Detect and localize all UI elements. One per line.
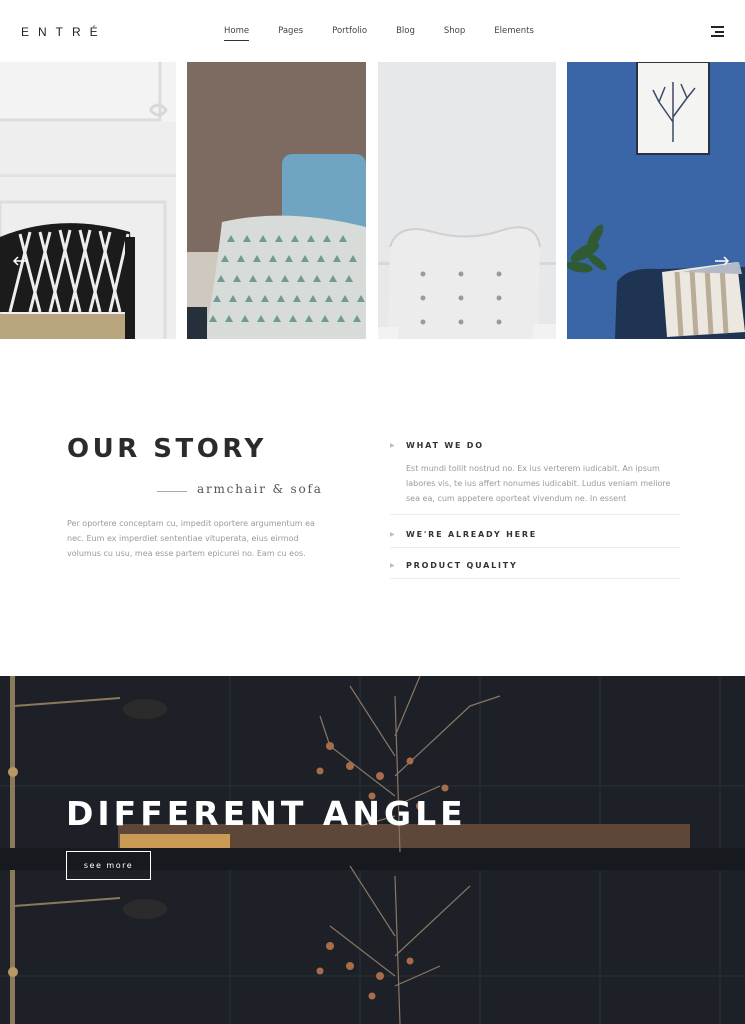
hamburger-menu-icon[interactable]: [711, 26, 724, 37]
story-title: OUR STORY: [67, 434, 267, 464]
site-header: ENTRÉ Home Pages Portfolio Blog Shop Ele…: [0, 0, 745, 62]
chevron-right-icon: ▶: [390, 531, 395, 538]
nav-blog[interactable]: Blog: [396, 26, 415, 40]
chevron-right-icon: ▶: [390, 562, 395, 569]
feature-banner: [0, 676, 745, 1024]
accordion-item-already-here: ▶ WE'RE ALREADY HERE: [390, 521, 680, 548]
banner-title: DIFFERENT ANGLE: [66, 794, 467, 833]
accordion-body: Est mundi tollit nostrud no. Ex ius vert…: [406, 464, 671, 503]
see-more-button[interactable]: see more: [66, 851, 151, 880]
slide-image-chair-white-wall: [0, 62, 176, 339]
nav-portfolio[interactable]: Portfolio: [332, 26, 367, 40]
site-logo[interactable]: ENTRÉ: [21, 25, 107, 39]
arrow-left-icon[interactable]: [12, 254, 28, 266]
accordion: ▶ WHAT WE DO Est mundi tollit nostrud no…: [390, 432, 680, 579]
nav-pages[interactable]: Pages: [278, 26, 303, 40]
accordion-header[interactable]: ▶ PRODUCT QUALITY: [390, 552, 680, 578]
accordion-label: WHAT WE DO: [406, 440, 484, 450]
image-slider: [0, 62, 745, 339]
accordion-label: PRODUCT QUALITY: [406, 560, 518, 570]
slide-image-white-armchair: [378, 62, 556, 339]
subtitle-divider: [157, 491, 187, 492]
arrow-right-icon[interactable]: [714, 254, 730, 266]
nav-shop[interactable]: Shop: [444, 26, 465, 40]
story-subtitle: armchair & sofa: [197, 482, 323, 496]
nav-elements[interactable]: Elements: [494, 26, 534, 40]
accordion-header[interactable]: ▶ WE'RE ALREADY HERE: [390, 521, 680, 547]
slide-image-blue-wall-sofa: [567, 62, 745, 339]
accordion-header[interactable]: ▶ WHAT WE DO: [390, 432, 680, 458]
accordion-label: WE'RE ALREADY HERE: [406, 529, 538, 539]
accordion-item-product-quality: ▶ PRODUCT QUALITY: [390, 552, 680, 579]
banner-background-image: [0, 676, 745, 1024]
nav-home[interactable]: Home: [224, 26, 250, 41]
chevron-right-icon: ▶: [390, 442, 395, 449]
slide-image-pillows: [187, 62, 366, 339]
main-nav: Home Pages Portfolio Blog Shop Elements: [224, 26, 534, 41]
accordion-item-what-we-do: ▶ WHAT WE DO Est mundi tollit nostrud no…: [390, 432, 680, 515]
story-paragraph: Per oportere conceptam cu, impedit oport…: [67, 519, 315, 558]
